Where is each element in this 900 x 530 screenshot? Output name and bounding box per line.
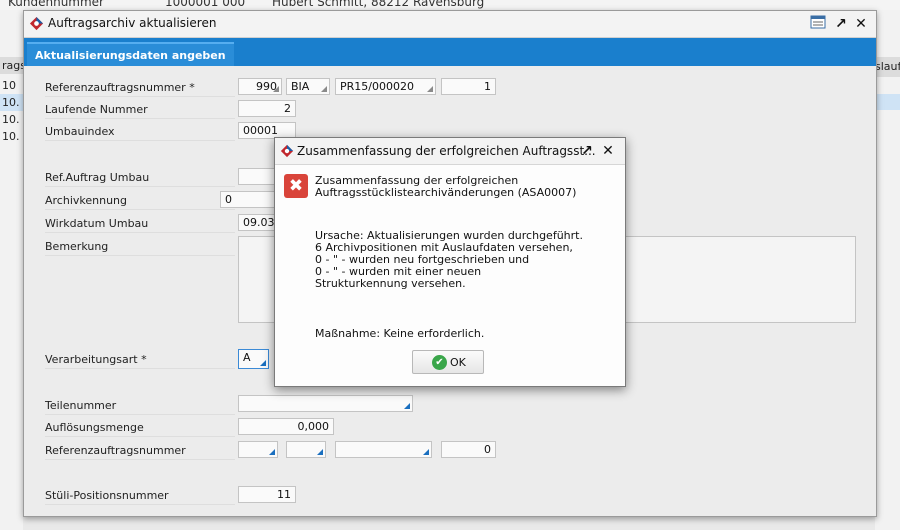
check-icon: ✔ <box>432 355 447 370</box>
ref-field-4[interactable]: 1 <box>441 78 496 95</box>
divider <box>45 368 235 369</box>
bg-value-customer: Hubert Schmitt, 88212 Ravensburg <box>272 0 485 9</box>
bg-column-header-right: slauf <box>875 57 900 77</box>
label-aufloesungsmenge: Auflösungsmenge <box>45 421 144 434</box>
expand-icon[interactable]: ↗ <box>578 142 596 160</box>
divider <box>45 436 235 437</box>
divider <box>45 209 235 210</box>
bg-column-header: rags <box>0 57 25 74</box>
measure-text: Maßnahme: Keine erforderlich. <box>315 327 485 340</box>
ref-field-2[interactable]: BIA <box>286 78 330 95</box>
ref-field-3[interactable]: PR15/000020 <box>335 78 436 95</box>
dialog-titlebar: Auftragsarchiv aktualisieren ↗ ✕ <box>24 11 876 38</box>
divider <box>45 140 235 141</box>
close-icon[interactable]: ✕ <box>852 15 870 33</box>
label-stueli-positionsnummer: Stüli-Positionsnummer <box>45 489 169 502</box>
label-wirkdatum-umbau: Wirkdatum Umbau <box>45 217 149 230</box>
label-teilenummer: Teilenummer <box>45 399 117 412</box>
label-archivkennung: Archivkennung <box>45 194 128 207</box>
summary-header-line-2: Auftragsstücklistearchivänderungen (ASA0… <box>315 186 577 199</box>
label-referenzauftragsnummer-2: Referenzauftragsnummer <box>45 444 186 457</box>
ref2-field-3[interactable] <box>335 441 432 458</box>
background-table-right: slauf <box>875 10 900 530</box>
divider <box>45 118 235 119</box>
label-laufende-nummer: Laufende Nummer <box>45 103 148 116</box>
table-row[interactable]: 10 <box>0 77 25 94</box>
label-umbauindex: Umbauindex <box>45 125 115 138</box>
table-row[interactable]: 10. <box>0 111 25 128</box>
summary-dialog-titlebar: Zusammenfassung der erfolgreichen Auftra… <box>275 138 625 165</box>
teilenummer-field[interactable] <box>238 395 413 412</box>
laufende-nummer-field[interactable]: 2 <box>238 100 296 117</box>
label-referenzauftragsnummer: Referenzauftragsnummer * <box>45 81 195 94</box>
bg-selected-row <box>875 94 900 110</box>
summary-dialog-title: Zusammenfassung der erfolgreichen Auftra… <box>297 144 596 158</box>
ok-button-label: OK <box>450 356 466 369</box>
bg-value-kundennummer: 1000001 000 <box>165 0 246 9</box>
divider <box>45 232 235 233</box>
ref2-field-4[interactable]: 0 <box>441 441 496 458</box>
bg-label-kundennummer: Kundennummer <box>8 0 104 9</box>
verarbeitungsart-select[interactable]: A <box>238 349 269 369</box>
table-row[interactable]: 10. <box>0 128 25 145</box>
background-table-left: rags 10 10. 10. 10. <box>0 10 25 530</box>
ref-field-1[interactable]: 990 <box>238 78 282 95</box>
divider <box>45 504 235 505</box>
divider <box>45 255 235 256</box>
close-icon[interactable]: ✕ <box>599 142 617 160</box>
cause-line: Strukturkennung versehen. <box>315 277 466 290</box>
tab-update-data[interactable]: Aktualisierungsdaten angeben <box>27 42 234 66</box>
label-verarbeitungsart: Verarbeitungsart * <box>45 353 147 366</box>
divider <box>45 459 235 460</box>
ok-button[interactable]: ✔ OK <box>412 350 484 374</box>
tab-strip: Aktualisierungsdaten angeben <box>24 38 876 66</box>
app-logo-icon <box>29 16 44 31</box>
aufloesungsmenge-field[interactable]: 0,000 <box>238 418 334 435</box>
label-ref-auftrag-umbau: Ref.Auftrag Umbau <box>45 171 150 184</box>
dialog-title: Auftragsarchiv aktualisieren <box>48 16 217 30</box>
ref2-field-1[interactable] <box>238 441 278 458</box>
divider <box>45 186 235 187</box>
error-icon: ✖ <box>284 174 308 198</box>
archivkennung-field[interactable]: 0 <box>220 191 280 208</box>
table-row[interactable]: 10. <box>0 94 25 111</box>
divider <box>45 414 235 415</box>
divider <box>45 96 235 97</box>
app-logo-icon <box>280 144 294 158</box>
stueli-positionsnummer-field[interactable]: 11 <box>238 486 296 503</box>
label-bemerkung: Bemerkung <box>45 240 109 253</box>
summary-dialog: Zusammenfassung der erfolgreichen Auftra… <box>274 137 626 387</box>
layout-icon[interactable] <box>809 15 827 33</box>
expand-icon[interactable]: ↗ <box>832 15 850 33</box>
ref2-field-2[interactable] <box>286 441 326 458</box>
